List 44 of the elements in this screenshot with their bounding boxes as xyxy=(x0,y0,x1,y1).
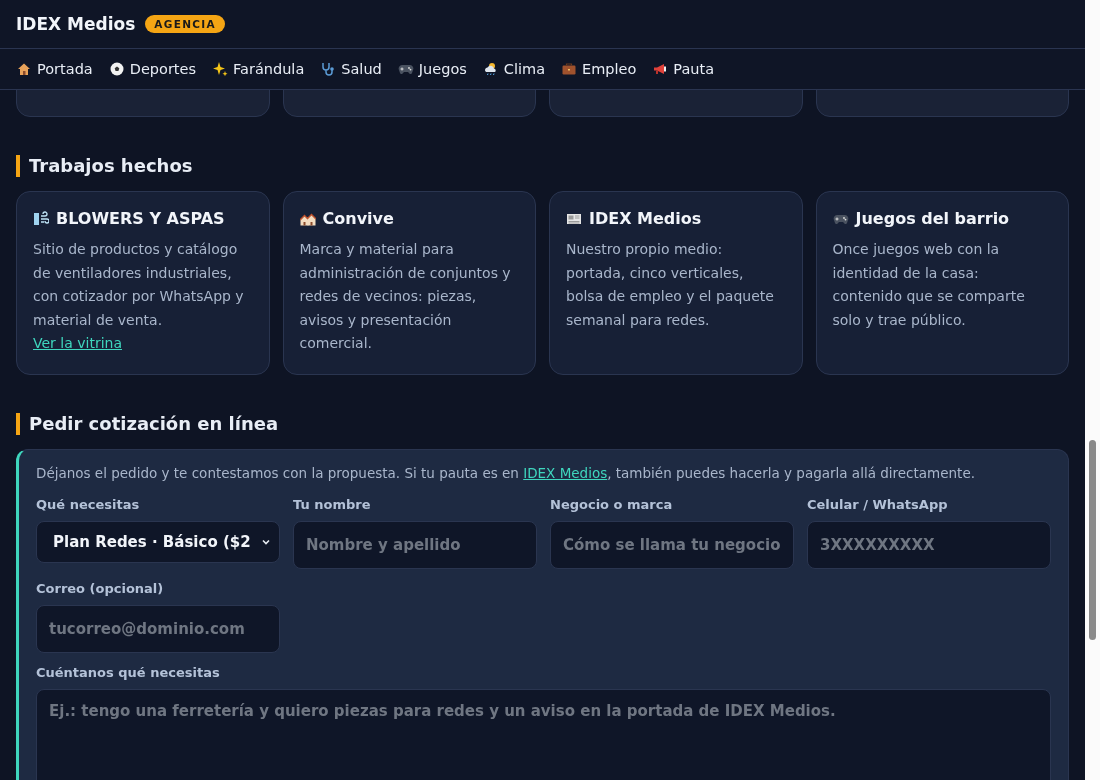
field-label: Correo (opcional) xyxy=(36,581,165,596)
input-field[interactable]: Cómo se llama tu negocio xyxy=(550,521,794,569)
plan-select[interactable]: Plan Redes · Básico ($2 xyxy=(36,521,280,563)
chevron-icon xyxy=(261,537,271,547)
field-label: Tu nombre xyxy=(293,497,372,512)
nav-link[interactable]: Salud xyxy=(320,61,382,77)
input-field[interactable]: Nombre y apellido xyxy=(293,521,537,569)
megaphone-icon xyxy=(652,61,669,77)
section-title: Pedir cotización en línea xyxy=(16,413,1069,435)
field-label: Qué necesitas xyxy=(36,497,141,512)
stethoscope-icon xyxy=(320,61,337,77)
intro-text: Déjanos el pedido y te contestamos con la propuesta. Si tu pauta es en IDEX Medios, también puedes hacerla y pagarla allá directamente. xyxy=(36,465,976,481)
cloud-sun-icon xyxy=(482,61,499,77)
wind-icon xyxy=(33,210,49,227)
input-field[interactable]: 3XXXXXXXXX xyxy=(807,521,1051,569)
nav-link[interactable]: Portada xyxy=(16,61,93,77)
card-text: Sitio de productos y catálogo de ventiladores industriales, con cotizador por WhatsApp y material de venta. Ver la vitrina xyxy=(33,240,245,353)
nav-link[interactable]: Clima xyxy=(482,61,546,77)
site-logo[interactable]: IDEX Medios xyxy=(16,14,136,34)
nav-link[interactable]: Juegos xyxy=(397,61,467,77)
nav-link[interactable]: Farándula xyxy=(212,61,305,77)
card-title: Juegos del barrio xyxy=(855,209,1010,228)
card-text: Marca y material para administración de conjuntos y redes de vecinos: piezas, avisos y presentación comercial. xyxy=(299,240,512,353)
ball-icon xyxy=(108,61,125,77)
input-field[interactable]: tucorreo@dominio.com xyxy=(36,605,280,653)
field-label: Negocio o marca xyxy=(550,497,674,512)
card-title: Convive xyxy=(322,209,394,228)
agency-badge: AGENCIA xyxy=(145,15,225,33)
field-label: Celular / WhatsApp xyxy=(807,497,949,512)
card-title: IDEX Medios xyxy=(589,209,702,228)
house-icon xyxy=(16,61,32,77)
card-text: Once juegos web con la identidad de la casa: contenido que se comparte solo y trae público. xyxy=(832,240,1026,330)
nav-link[interactable]: Deportes xyxy=(108,61,197,77)
sparkle-icon xyxy=(212,61,229,77)
showcase-link[interactable]: Ver la vitrina xyxy=(33,335,122,351)
nav-link[interactable]: Pauta xyxy=(652,61,715,77)
idex-link[interactable]: IDEX Medios xyxy=(523,465,608,481)
message-field[interactable]: Ej.: tengo una ferretería y quiero piezas para redes y un aviso en la portada de IDEX Medios. xyxy=(36,689,1051,780)
nav-link[interactable]: Empleo xyxy=(561,61,637,77)
section-title: Trabajos hechos xyxy=(16,155,1069,177)
briefcase-icon xyxy=(561,61,578,77)
card-title: BLOWERS Y ASPAS xyxy=(56,209,225,228)
card-text: Nuestro propio medio: portada, cinco verticales, bolsa de empleo y el paquete semanal para redes. xyxy=(566,240,775,330)
field-label: Cuéntanos qué necesitas xyxy=(36,665,221,680)
